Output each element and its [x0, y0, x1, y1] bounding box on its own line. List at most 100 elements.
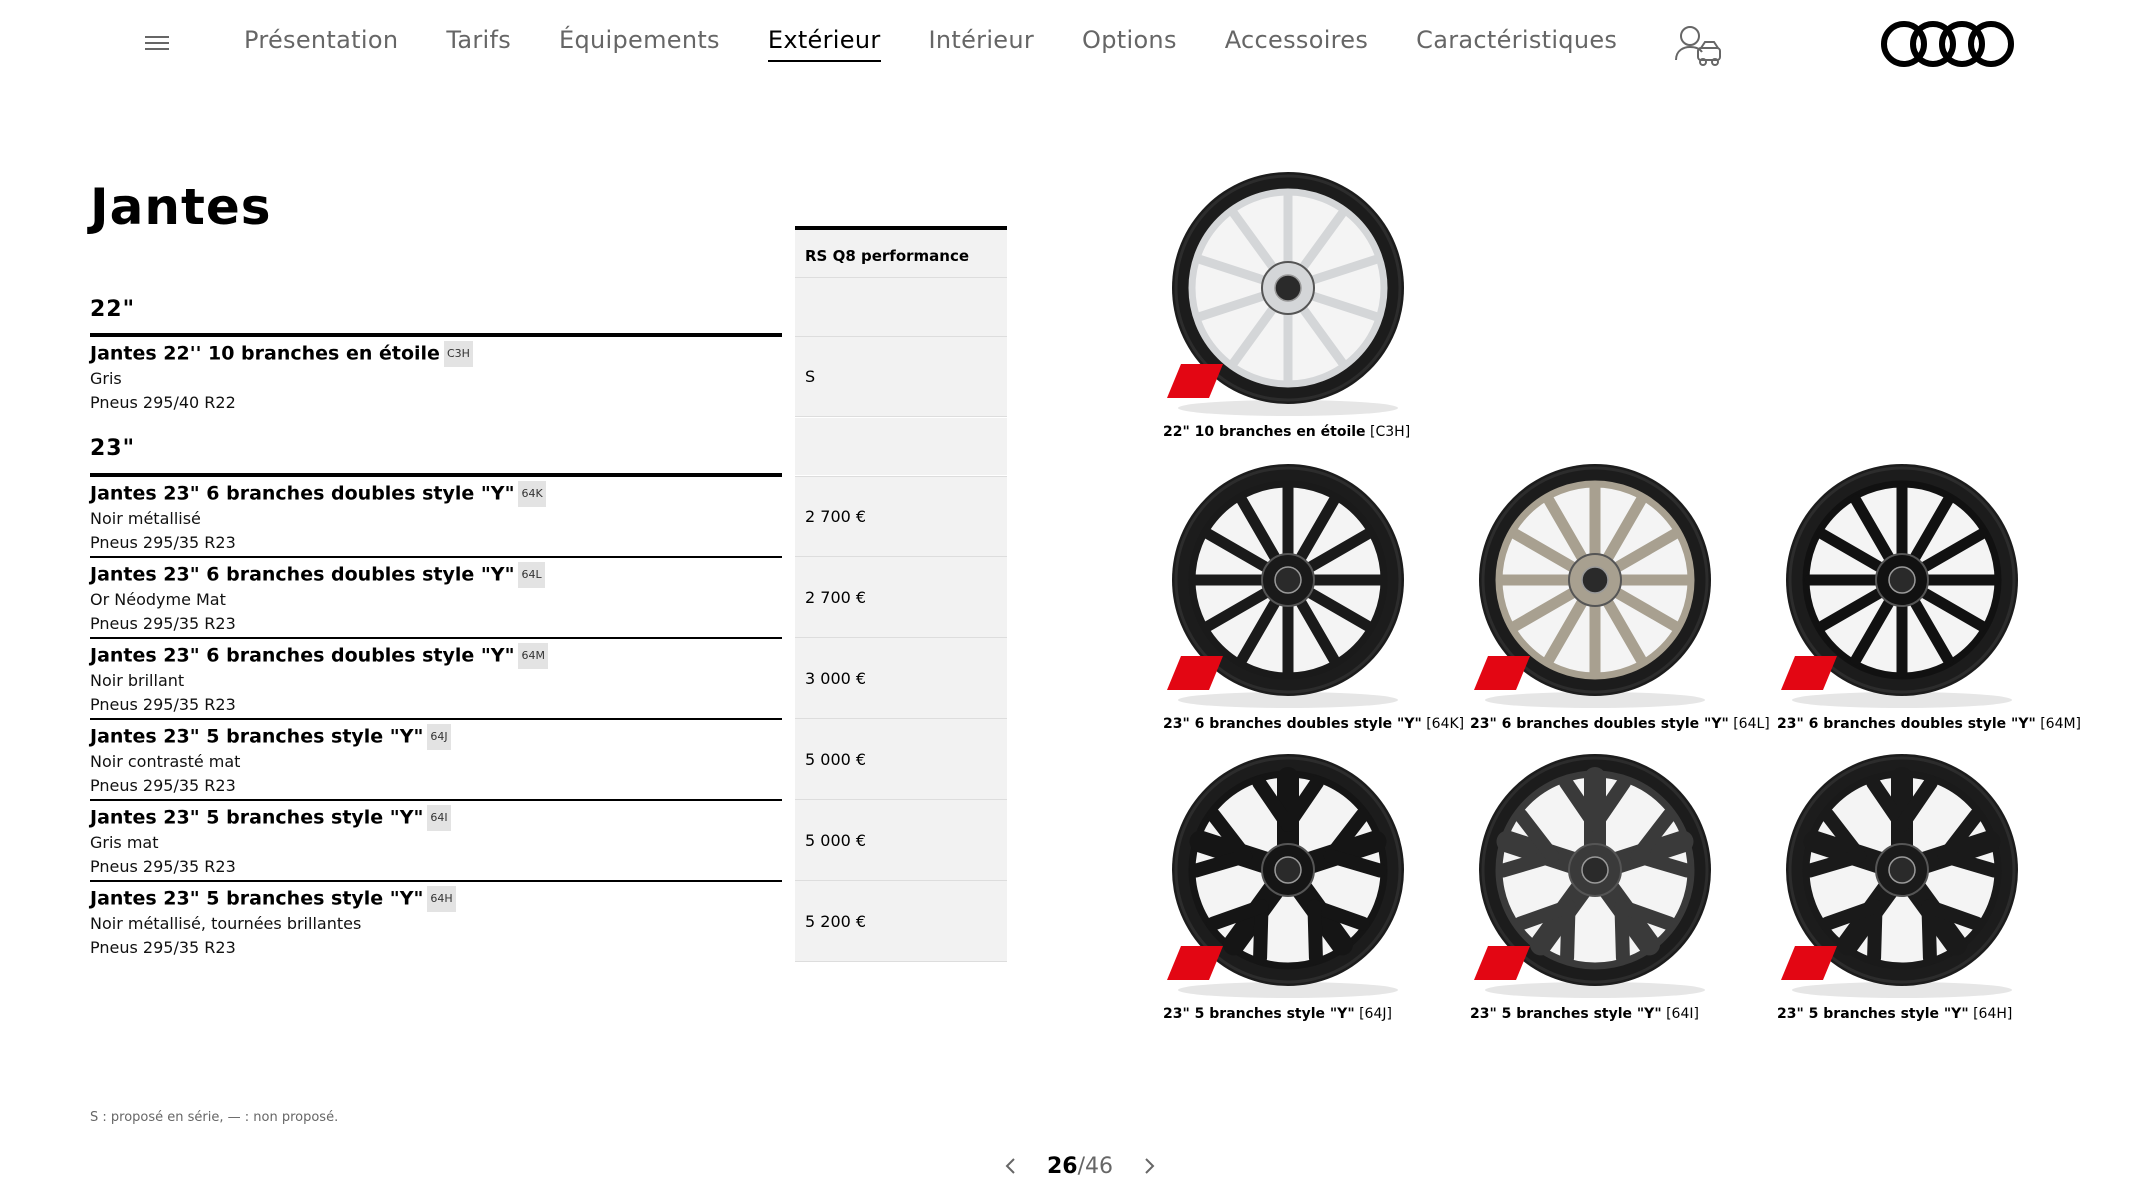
wheel-card[interactable]: 23" 5 branches style "Y" [64I] — [1470, 752, 1750, 1022]
nav-item-presentation[interactable]: Présentation — [244, 26, 398, 62]
table-row: Jantes 23" 5 branches style "Y" 64H Noir … — [90, 880, 782, 961]
option-code-badge: 64L — [518, 562, 545, 588]
wheel-card[interactable]: 23" 5 branches style "Y" [64H] — [1777, 752, 2057, 1022]
footnote: S : proposé en série, — : non proposé. — [90, 1110, 339, 1125]
wheel-image — [1781, 754, 2018, 998]
row-color: Or Néodyme Mat — [90, 590, 226, 609]
price-cell: 3 000 € — [795, 638, 1007, 719]
table-row: Jantes 23" 6 branches doubles style "Y" 6… — [90, 556, 782, 637]
rs-red-badge — [1474, 946, 1530, 980]
hub-cap-logo — [1274, 566, 1302, 594]
wheel-image — [1474, 754, 1711, 998]
row-title: Jantes 23" 5 branches style "Y" 64I — [90, 805, 782, 831]
chevron-right-icon[interactable] — [1138, 1155, 1160, 1177]
section-label-22: 22" — [90, 297, 136, 322]
table-row: Jantes 23" 5 branches style "Y" 64I Gris … — [90, 799, 782, 880]
hamburger-icon[interactable] — [145, 36, 169, 54]
wheel-image — [1167, 464, 1404, 708]
row-color: Gris mat — [90, 833, 159, 852]
nav-item-accessoires[interactable]: Accessoires — [1225, 26, 1368, 62]
rs-red-badge — [1474, 656, 1530, 690]
table-row: Jantes 23" 6 branches doubles style "Y" 6… — [90, 637, 782, 718]
wheel-image — [1167, 754, 1404, 998]
option-code-badge: C3H — [443, 341, 473, 367]
row-title: Jantes 23" 5 branches style "Y" 64H — [90, 886, 782, 912]
hub-cap-logo — [1274, 274, 1302, 302]
row-tyres: Pneus 295/35 R23 — [90, 938, 236, 957]
table-row: Jantes 22'' 10 branches en étoile C3H Gri… — [90, 333, 782, 414]
configurator-icon[interactable] — [1670, 20, 1724, 70]
wheel-spoke-branch — [1921, 899, 1937, 965]
wheel-caption: 23" 5 branches style "Y" [64I] — [1470, 1006, 1699, 1022]
row-title: Jantes 23" 6 branches doubles style "Y" 6… — [90, 643, 782, 669]
page-title: Jantes — [90, 178, 272, 236]
wheel-spoke-branch — [1614, 899, 1630, 965]
row-color: Noir métallisé — [90, 509, 201, 528]
total-pages: /46 — [1077, 1153, 1114, 1179]
price-cell: 2 700 € — [795, 557, 1007, 638]
row-tyres: Pneus 295/35 R23 — [90, 857, 236, 876]
wheel-image — [1167, 172, 1404, 416]
wheel-caption: 22" 10 branches en étoile [C3H] — [1163, 424, 1411, 440]
wheel-card[interactable]: 23" 5 branches style "Y" [64J] — [1163, 752, 1443, 1022]
row-tyres: Pneus 295/35 R23 — [90, 614, 236, 633]
wheel-card[interactable]: 23" 6 branches doubles style "Y" [64M] — [1777, 462, 2082, 732]
row-color: Noir métallisé, tournées brillantes — [90, 914, 362, 933]
option-code-badge: 64M — [518, 643, 548, 669]
model-column-header: RS Q8 performance — [795, 226, 1007, 278]
price-cell: 2 700 € — [795, 476, 1007, 557]
top-navigation: Présentation Tarifs Équipements Extérieu… — [0, 0, 2133, 90]
table-row: Jantes 23" 5 branches style "Y" 64J Noir … — [90, 718, 782, 799]
nav-item-exterieur[interactable]: Extérieur — [767, 26, 881, 62]
option-code-badge: 64J — [427, 724, 451, 750]
wheel-caption: 23" 5 branches style "Y" [64H] — [1777, 1006, 2013, 1022]
row-title: Jantes 23" 5 branches style "Y" 64J — [90, 724, 782, 750]
audi-rings-logo — [1881, 21, 2014, 67]
wheel-image — [1474, 464, 1711, 708]
page-indicator: 26/46 — [1047, 1154, 1113, 1179]
row-tyres: Pneus 295/35 R23 — [90, 776, 236, 795]
rs-red-badge — [1167, 364, 1223, 398]
chevron-left-icon[interactable] — [1000, 1155, 1022, 1177]
nav-item-interieur[interactable]: Intérieur — [929, 26, 1035, 62]
rs-red-badge — [1781, 946, 1837, 980]
hub-cap-logo — [1888, 856, 1916, 884]
hub-cap-logo — [1888, 566, 1916, 594]
wheel-caption: 23" 5 branches style "Y" [64J] — [1163, 1006, 1392, 1022]
column-spacer — [795, 278, 1007, 336]
row-color: Gris — [90, 369, 122, 388]
wheel-card[interactable]: 23" 6 branches doubles style "Y" [64K] — [1163, 462, 1464, 732]
nav-item-equipements[interactable]: Équipements — [559, 26, 720, 62]
price-cell: 5 000 € — [795, 800, 1007, 881]
table-row: Jantes 23" 6 branches doubles style "Y" 6… — [90, 473, 782, 554]
nav-item-tarifs[interactable]: Tarifs — [446, 26, 511, 62]
hub-cap-logo — [1581, 856, 1609, 884]
option-code-badge: 64H — [427, 886, 456, 912]
price-cell: 5 200 € — [795, 881, 1007, 962]
row-tyres: Pneus 295/35 R23 — [90, 533, 236, 552]
wheel-caption: 23" 6 branches doubles style "Y" [64L] — [1470, 716, 1770, 732]
nav-links: Présentation Tarifs Équipements Extérieu… — [244, 26, 1665, 62]
row-title: Jantes 23" 6 branches doubles style "Y" 6… — [90, 562, 782, 588]
nav-item-caracteristiques[interactable]: Caractéristiques — [1416, 26, 1617, 62]
rs-red-badge — [1781, 656, 1837, 690]
row-title: Jantes 23" 6 branches doubles style "Y" 6… — [90, 481, 782, 507]
wheel-card[interactable]: 23" 6 branches doubles style "Y" [64L] — [1470, 462, 1770, 732]
rs-red-badge — [1167, 946, 1223, 980]
price-cell: 5 000 € — [795, 719, 1007, 800]
wheel-caption: 23" 6 branches doubles style "Y" [64M] — [1777, 716, 2082, 732]
row-tyres: Pneus 295/40 R22 — [90, 393, 236, 412]
row-color: Noir contrasté mat — [90, 752, 241, 771]
wheel-spoke-branch — [1307, 899, 1323, 965]
nav-item-options[interactable]: Options — [1082, 26, 1177, 62]
wheel-card[interactable]: 22" 10 branches en étoile [C3H] — [1163, 170, 1443, 440]
option-code-badge: 64I — [427, 805, 451, 831]
row-color: Noir brillant — [90, 671, 185, 690]
pager: 26/46 — [1000, 1150, 1160, 1182]
option-code-badge: 64K — [518, 481, 546, 507]
wheel-image — [1781, 464, 2018, 708]
row-title: Jantes 22'' 10 branches en étoile C3H — [90, 341, 782, 367]
current-page: 26 — [1046, 1153, 1078, 1179]
row-tyres: Pneus 295/35 R23 — [90, 695, 236, 714]
rs-red-badge — [1167, 656, 1223, 690]
